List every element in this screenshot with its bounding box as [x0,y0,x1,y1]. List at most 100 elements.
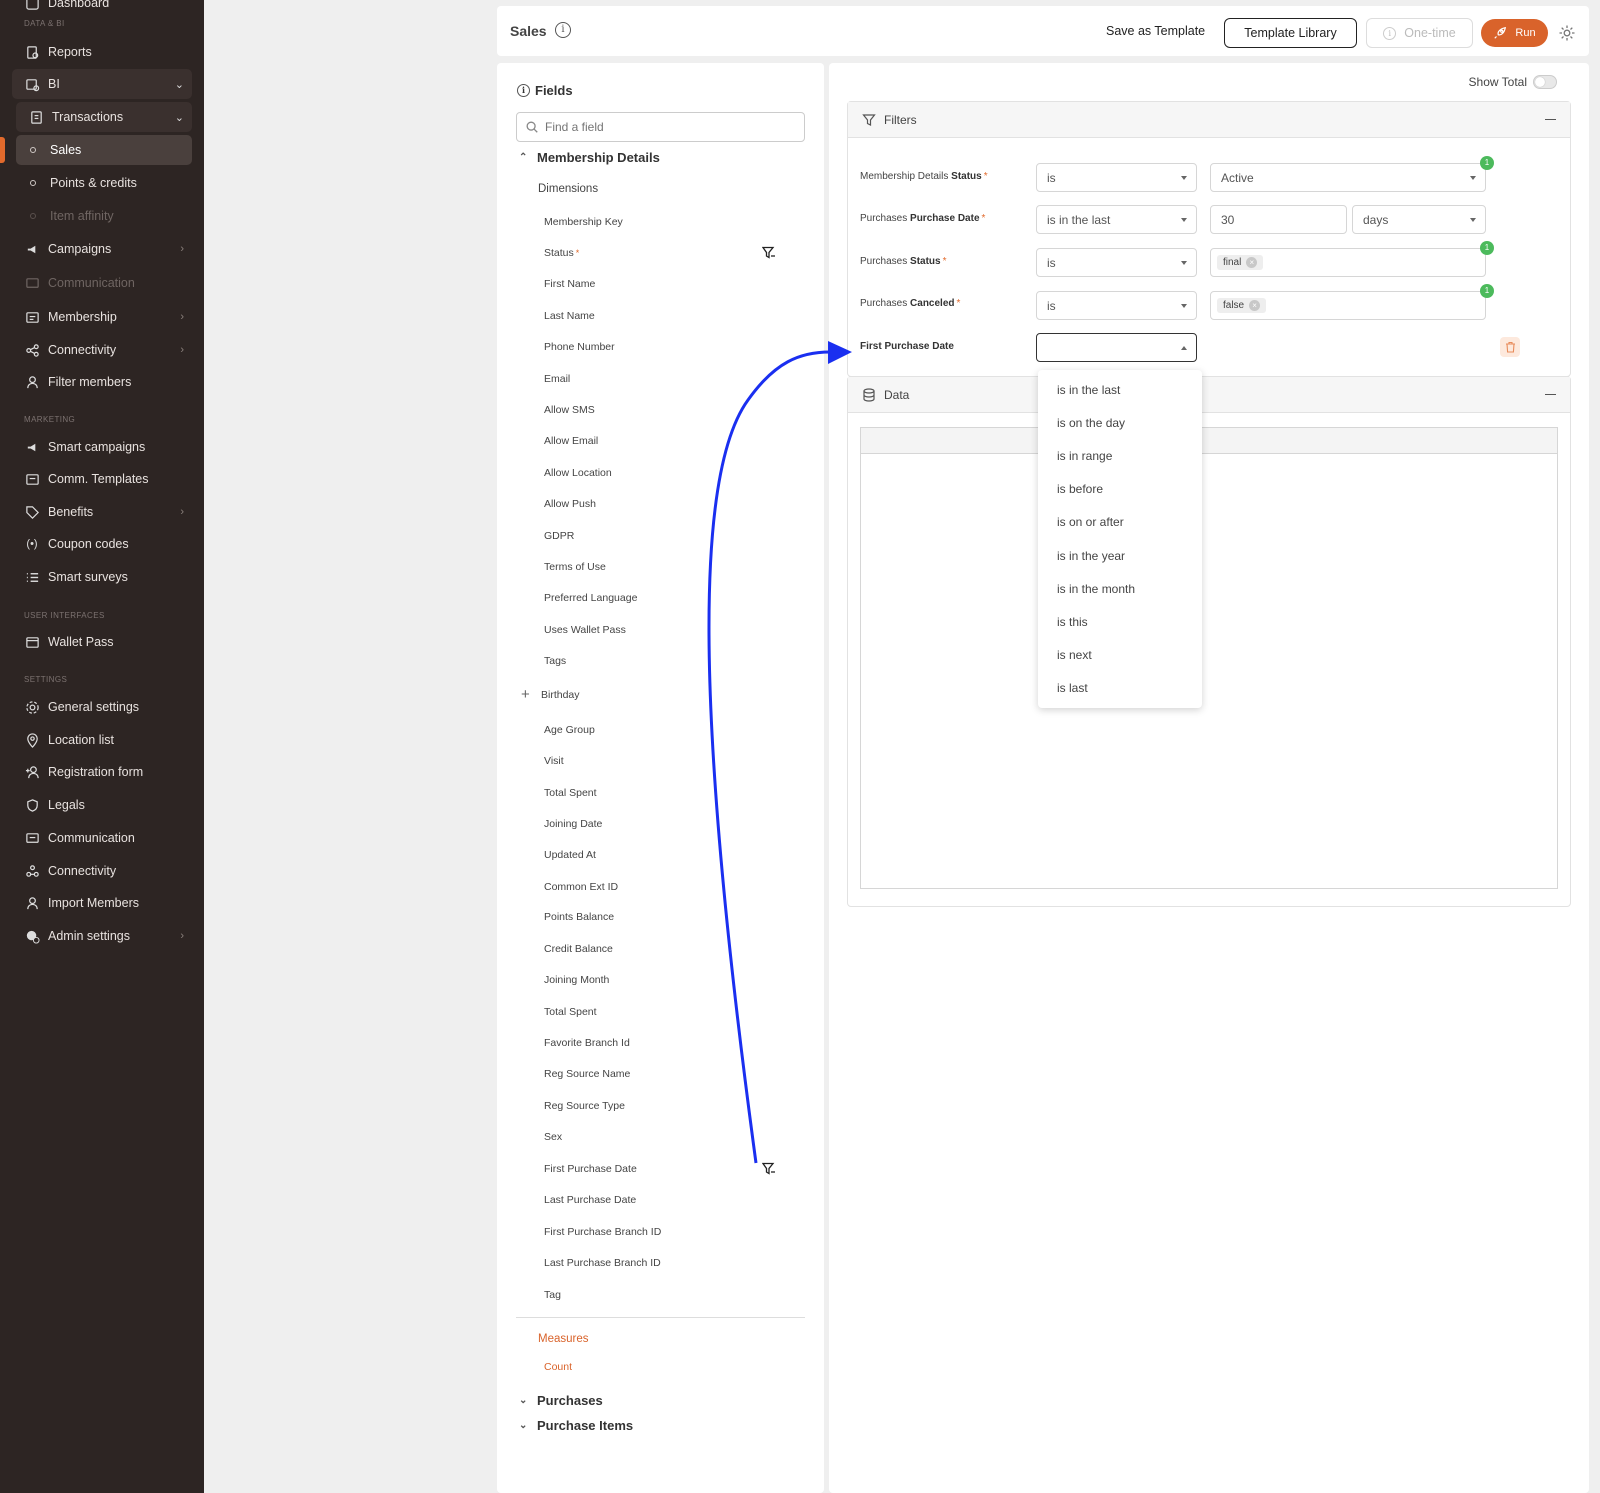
group-purchase-items[interactable]: ⌄ Purchase Items [519,1418,633,1433]
value-select[interactable]: Active [1210,163,1486,192]
dropdown-option[interactable]: is in range [1057,449,1112,463]
dropdown-option[interactable]: is on the day [1057,416,1125,430]
operator-select[interactable]: is [1036,163,1197,192]
field-search[interactable] [516,112,805,142]
sidebar-item-membership[interactable]: Membership › [12,302,192,332]
collapse-icon[interactable] [1545,119,1556,121]
field-item[interactable]: Total Spent [544,787,597,799]
dropdown-option[interactable]: is in the year [1057,549,1125,563]
field-item[interactable]: Uses Wallet Pass [544,624,626,636]
sidebar-item-comm-templates[interactable]: Comm. Templates [12,464,192,494]
sidebar-item-general-settings[interactable]: General settings [12,692,192,722]
field-item[interactable]: Allow Location [544,467,612,479]
field-item[interactable]: Tags [544,655,566,667]
field-item[interactable]: Last Purchase Date [544,1194,636,1206]
run-button[interactable]: Run [1481,19,1548,47]
field-item[interactable]: Updated At [544,849,596,861]
field-item[interactable]: Points Balance [544,911,614,923]
field-item[interactable]: Phone Number [544,341,615,353]
field-item[interactable]: Status * [544,247,579,259]
unit-select[interactable]: days [1352,205,1486,234]
sidebar-item-reports[interactable]: Reports [12,37,192,67]
sidebar-item-sales[interactable]: Sales [16,135,192,165]
remove-chip-icon[interactable]: × [1246,257,1258,268]
template-library-button[interactable]: Template Library [1224,18,1357,48]
field-item[interactable]: Common Ext ID [544,881,618,893]
field-item[interactable]: First Purchase Branch ID [544,1226,661,1238]
dropdown-option[interactable]: is in the month [1057,582,1135,596]
sidebar-item-transactions[interactable]: Transactions ⌄ [16,102,192,132]
field-item[interactable]: Sex [544,1131,562,1143]
sidebar-item-wallet-pass[interactable]: Wallet Pass [12,627,192,657]
field-item[interactable]: Last Name [544,310,595,322]
dropdown-option[interactable]: is last [1057,681,1088,695]
show-total-toggle[interactable] [1533,75,1557,89]
dropdown-option[interactable]: is on or after [1057,515,1124,529]
field-item[interactable]: Last Purchase Branch ID [544,1257,661,1269]
sidebar-item-connectivity[interactable]: Connectivity [12,856,192,886]
sidebar-item-admin-settings[interactable]: Admin settings › [12,921,192,951]
field-item[interactable]: Joining Date [544,818,602,830]
field-item[interactable]: Age Group [544,724,595,736]
sidebar-item-bi[interactable]: BI ⌄ [12,69,192,99]
field-item[interactable]: Favorite Branch Id [544,1037,630,1049]
sidebar-item-communication[interactable]: Communication [12,823,192,853]
operator-select[interactable]: is [1036,291,1197,320]
field-item[interactable]: Allow SMS [544,404,595,416]
group-purchases[interactable]: ⌄ Purchases [519,1393,603,1408]
sidebar-item-benefits[interactable]: Benefits › [12,497,192,527]
field-item[interactable]: Email [544,373,570,385]
filters-header[interactable]: Filters [848,102,1570,138]
sidebar-item-smart-surveys[interactable]: Smart surveys [12,562,192,592]
value-multiselect[interactable]: false × [1210,291,1486,320]
sidebar-item-registration-form[interactable]: Registration form [12,757,192,787]
field-item[interactable]: + Birthday [521,686,580,703]
gear-icon[interactable] [1558,24,1576,42]
filter-applied-icon[interactable] [762,1162,776,1176]
dropdown-option[interactable]: is before [1057,482,1103,496]
sidebar-item-filter-members[interactable]: Filter members [12,367,192,397]
field-item[interactable]: Visit [544,755,564,767]
field-item[interactable]: Membership Key [544,216,623,228]
field-item[interactable]: Reg Source Type [544,1100,625,1112]
sidebar-item-smart-campaigns[interactable]: Smart campaigns [12,432,192,462]
operator-select[interactable]: is [1036,248,1197,277]
data-header[interactable]: Data [848,377,1570,413]
field-item[interactable]: Tag [544,1289,561,1301]
field-item[interactable]: Preferred Language [544,592,637,604]
field-item[interactable]: Allow Push [544,498,596,510]
value-input[interactable]: 30 [1210,205,1347,234]
sidebar-item-dashboard[interactable]: Dashboard [12,0,192,18]
dropdown-option[interactable]: is next [1057,648,1092,662]
field-item[interactable]: Credit Balance [544,943,613,955]
sidebar-item-item-affinity[interactable]: Item affinity [16,201,192,231]
info-icon[interactable]: i [555,22,571,38]
sidebar-item-import-members[interactable]: Import Members [12,888,192,918]
dropdown-option[interactable]: is in the last [1057,383,1120,397]
field-count[interactable]: Count [544,1361,572,1373]
save-as-template-button[interactable]: Save as Template [1106,24,1205,38]
field-item[interactable]: Joining Month [544,974,609,986]
group-membership-details[interactable]: ⌃ Membership Details [519,150,660,165]
search-input[interactable] [545,120,785,134]
field-item[interactable]: GDPR [544,530,574,542]
dropdown-option[interactable]: is this [1057,615,1088,629]
one-time-button[interactable]: i One-time [1366,18,1473,48]
sidebar-item-connectivity-top[interactable]: Connectivity › [12,335,192,365]
field-item[interactable]: Total Spent [544,1006,597,1018]
field-item[interactable]: First Purchase Date [544,1163,637,1175]
operator-select[interactable]: is in the last [1036,205,1197,234]
filter-applied-icon[interactable] [762,246,776,260]
remove-chip-icon[interactable]: × [1249,300,1261,311]
sidebar-item-coupon-codes[interactable]: (•) Coupon codes [12,529,192,559]
sidebar-item-communication-dim[interactable]: Communication [12,268,192,298]
operator-select-open[interactable] [1036,333,1197,362]
expand-plus-icon[interactable]: + [521,686,530,703]
field-item[interactable]: Allow Email [544,435,598,447]
field-item[interactable]: Terms of Use [544,561,606,573]
sidebar-item-legals[interactable]: Legals [12,790,192,820]
field-item[interactable]: Reg Source Name [544,1068,630,1080]
field-item[interactable]: First Name [544,278,595,290]
delete-filter-button[interactable] [1500,337,1520,357]
sidebar-item-location-list[interactable]: Location list [12,725,192,755]
